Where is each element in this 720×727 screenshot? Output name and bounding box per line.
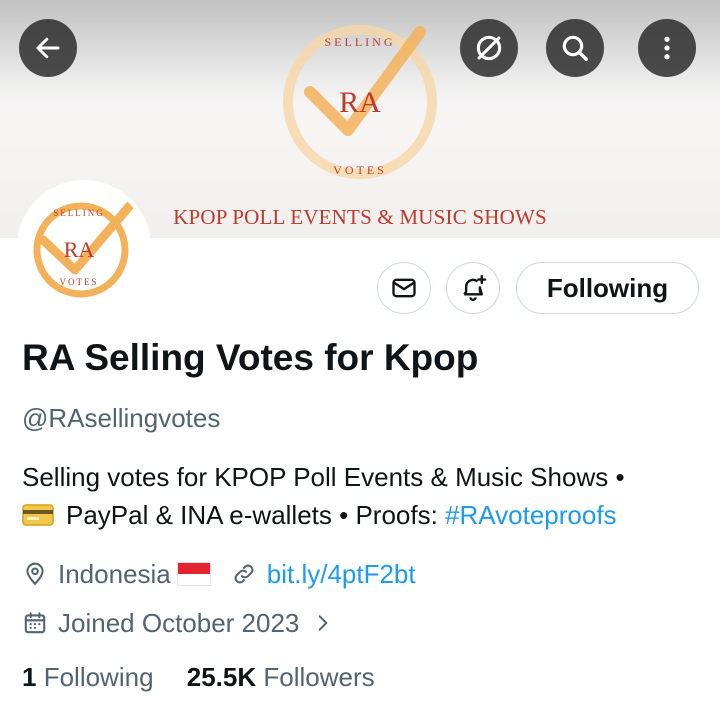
calendar-icon bbox=[24, 612, 46, 634]
search-icon bbox=[562, 35, 589, 62]
profile-meta-location-row: Indonesia bit.ly/4ptF2bt bbox=[22, 556, 416, 592]
banner-logo-top-text: SELLING bbox=[325, 35, 396, 49]
profile-stats: 1 Following 25.5K Followers bbox=[22, 662, 375, 693]
profile-website-link[interactable]: bit.ly/4ptF2bt bbox=[267, 559, 416, 590]
bell-plus-icon bbox=[463, 274, 487, 302]
bio-line-2-text: PayPal & INA e-wallets • Proofs: bbox=[66, 500, 446, 530]
back-arrow-icon bbox=[36, 37, 60, 59]
more-button[interactable] bbox=[638, 19, 696, 77]
following-stat-label: Following bbox=[43, 662, 154, 692]
profile-name: RA Selling Votes for Kpop bbox=[22, 337, 479, 378]
followers-stat[interactable]: 25.5K Followers bbox=[187, 662, 375, 692]
avatar-logo-top-text: SELLING bbox=[53, 208, 105, 218]
banner-logo-center-text: RA bbox=[339, 86, 381, 119]
banner-logo: SELLING RA VOTES bbox=[283, 25, 437, 179]
profile-location: Indonesia bbox=[58, 558, 171, 589]
credit-card-icon bbox=[22, 504, 54, 526]
grok-icon bbox=[476, 35, 502, 61]
followers-stat-label: Followers bbox=[263, 662, 375, 692]
back-button[interactable] bbox=[19, 19, 77, 77]
search-button[interactable] bbox=[546, 19, 604, 77]
avatar-logo-bottom-text: VOTES bbox=[60, 277, 99, 287]
grok-button[interactable] bbox=[460, 19, 518, 77]
message-button[interactable] bbox=[377, 262, 431, 314]
link-icon bbox=[234, 564, 254, 584]
following-button[interactable]: Following bbox=[516, 262, 699, 314]
bio-line-1: Selling votes for KPOP Poll Events & Mus… bbox=[22, 462, 625, 492]
profile-handle: @RAsellingvotes bbox=[22, 403, 221, 433]
profile-joined-row[interactable]: Joined October 2023 bbox=[22, 605, 333, 641]
followers-count: 25.5K bbox=[186, 662, 257, 692]
avatar-logo-center-text: RA bbox=[64, 237, 95, 262]
chevron-right-icon bbox=[319, 615, 328, 631]
profile-joined-date: Joined October 2023 bbox=[58, 607, 300, 638]
avatar-logo: SELLING RA VOTES bbox=[21, 184, 147, 310]
bio-line-2: PayPal & INA e-wallets • Proofs: #RAvote… bbox=[22, 496, 712, 534]
notifications-button[interactable] bbox=[446, 262, 500, 314]
avatar[interactable]: SELLING RA VOTES bbox=[17, 180, 151, 314]
following-stat[interactable]: 1 Following bbox=[22, 662, 154, 692]
location-pin-icon bbox=[26, 562, 44, 586]
mail-icon bbox=[392, 278, 416, 298]
profile-bio: Selling votes for KPOP Poll Events & Mus… bbox=[22, 458, 712, 534]
more-vertical-icon bbox=[664, 36, 670, 60]
bio-hashtag-link[interactable]: #RAvoteproofs bbox=[445, 500, 617, 530]
banner-logo-bottom-text: VOTES bbox=[333, 163, 387, 177]
following-count: 1 bbox=[22, 662, 37, 692]
indonesia-flag-icon bbox=[176, 562, 211, 586]
